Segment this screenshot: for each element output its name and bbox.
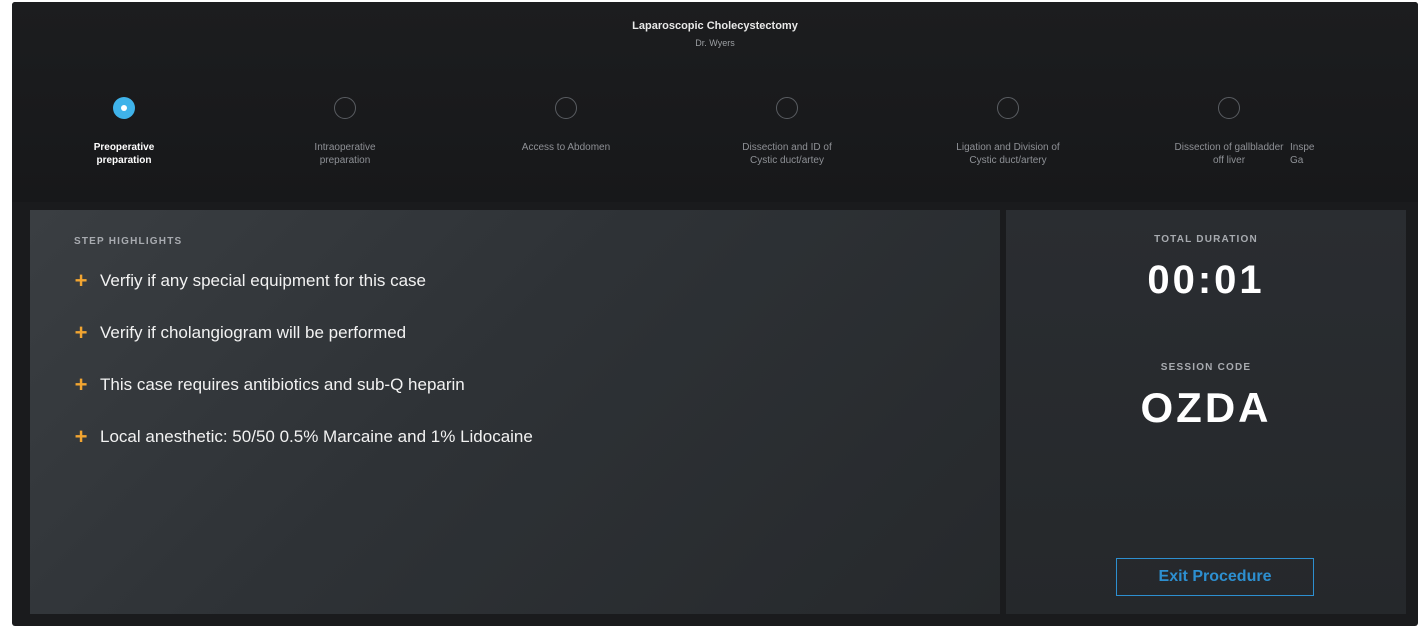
highlights-heading: STEP HIGHLIGHTS bbox=[74, 236, 183, 247]
step-label: Access to Abdomen bbox=[521, 142, 611, 153]
highlight-text: Verfiy if any special equipment for this… bbox=[100, 271, 426, 290]
list-item: + Local anesthetic: 50/50 0.5% Marcaine … bbox=[70, 426, 533, 448]
step-label: Dissection and ID of Cystic duct/artey bbox=[742, 142, 832, 166]
procedure-title: Laparoscopic Cholecystectomy bbox=[632, 20, 798, 32]
step-pending-indicator-icon bbox=[555, 97, 577, 119]
step-label: Intraoperative preparation bbox=[314, 142, 376, 166]
procedure-screen: Laparoscopic Cholecystectomy Dr. Wyers P… bbox=[12, 2, 1418, 626]
step-progress: Preoperative preparation Intraoperative … bbox=[12, 97, 1418, 187]
list-item: + Verfiy if any special equipment for th… bbox=[70, 270, 533, 292]
list-item: + Verify if cholangiogram will be perfor… bbox=[70, 322, 533, 344]
step-inspection-partial[interactable]: Inspe Ga bbox=[1290, 97, 1418, 167]
step-highlights-panel: STEP HIGHLIGHTS + Verfiy if any special … bbox=[30, 210, 1000, 614]
highlights-list: + Verfiy if any special equipment for th… bbox=[70, 270, 533, 478]
highlight-text: This case requires antibiotics and sub-Q… bbox=[100, 375, 465, 394]
step-intraoperative-preparation[interactable]: Intraoperative preparation bbox=[255, 97, 435, 167]
step-pending-indicator-icon bbox=[1218, 97, 1240, 119]
total-duration-value: 00:01 bbox=[1147, 258, 1265, 302]
step-active-indicator-icon bbox=[113, 97, 135, 119]
step-dissection-cystic-duct[interactable]: Dissection and ID of Cystic duct/artey bbox=[697, 97, 877, 167]
step-access-to-abdomen[interactable]: Access to Abdomen bbox=[476, 97, 656, 154]
step-pending-indicator-icon bbox=[334, 97, 356, 119]
step-label: Ligation and Division of Cystic duct/art… bbox=[956, 142, 1060, 166]
step-pending-indicator-icon bbox=[997, 97, 1019, 119]
list-item: + This case requires antibiotics and sub… bbox=[70, 374, 533, 396]
total-duration-label: TOTAL DURATION bbox=[1154, 234, 1258, 245]
exit-procedure-button[interactable]: Exit Procedure bbox=[1116, 558, 1314, 596]
surgeon-name: Dr. Wyers bbox=[695, 38, 735, 48]
plus-icon: + bbox=[74, 320, 88, 345]
plus-icon: + bbox=[74, 372, 88, 397]
session-code-label: SESSION CODE bbox=[1160, 362, 1252, 373]
plus-icon: + bbox=[74, 268, 88, 293]
procedure-header: Laparoscopic Cholecystectomy Dr. Wyers P… bbox=[12, 2, 1418, 202]
step-label: Inspe Ga bbox=[1290, 142, 1315, 166]
step-preoperative-preparation[interactable]: Preoperative preparation bbox=[34, 97, 214, 167]
plus-icon: + bbox=[74, 424, 88, 449]
session-panel: TOTAL DURATION 00:01 SESSION CODE OZDA E… bbox=[1006, 210, 1406, 614]
highlight-text: Verify if cholangiogram will be performe… bbox=[100, 323, 407, 342]
step-label: Preoperative preparation bbox=[93, 142, 155, 166]
session-code-value: OZDA bbox=[1140, 384, 1272, 431]
step-ligation-division[interactable]: Ligation and Division of Cystic duct/art… bbox=[918, 97, 1098, 167]
highlight-text: Local anesthetic: 50/50 0.5% Marcaine an… bbox=[100, 427, 533, 446]
step-pending-indicator-icon bbox=[776, 97, 798, 119]
